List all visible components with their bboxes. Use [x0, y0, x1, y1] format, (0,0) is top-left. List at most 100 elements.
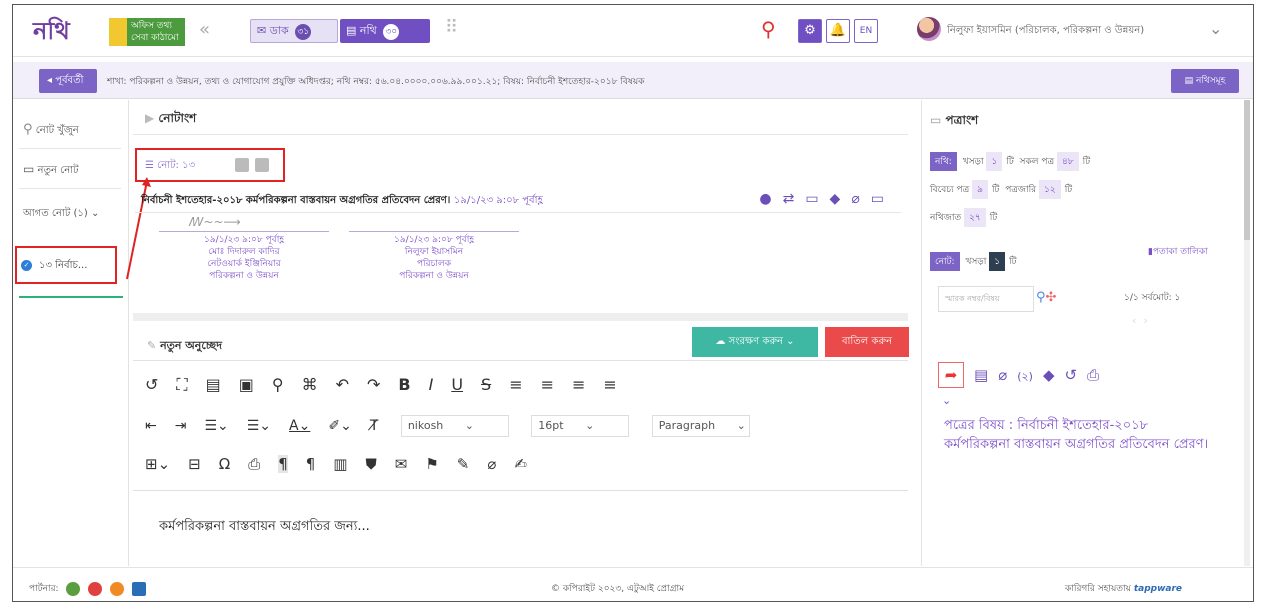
- user-icon[interactable]: ●: [759, 191, 782, 207]
- user-name[interactable]: নিলুফা ইয়াসমিন (পরিচালক, পরিকল্পনা ও উন…: [947, 23, 1144, 40]
- pencil-icon: ✎: [147, 339, 157, 352]
- unit-label: টি: [1064, 185, 1073, 195]
- bell-icon[interactable]: 🔔: [826, 19, 850, 43]
- next-icon[interactable]: ›: [1143, 314, 1147, 327]
- shield-icon[interactable]: ⛊: [365, 455, 376, 473]
- italic-icon[interactable]: I: [429, 375, 434, 394]
- letter-search-input[interactable]: স্মারক নম্বর/বিষয়: [938, 286, 1034, 312]
- settings-icon[interactable]: ⚙: [798, 19, 822, 43]
- print-icon[interactable]: ▭: [805, 191, 829, 207]
- attachment-icon[interactable]: ⌀: [998, 366, 1007, 384]
- nothijat-label[interactable]: নথিজাত: [930, 213, 961, 223]
- clear-format-icon[interactable]: T̸: [370, 418, 379, 434]
- edit-icon[interactable]: ✎: [457, 455, 470, 473]
- redo-icon[interactable]: ↷: [367, 375, 380, 394]
- note-action-2-icon[interactable]: [255, 158, 269, 172]
- align-left-icon[interactable]: ≡: [509, 375, 522, 394]
- language-toggle[interactable]: EN: [854, 19, 878, 43]
- fullscreen-icon[interactable]: ⛶: [176, 375, 187, 395]
- nothi-list-button[interactable]: ▤ নথিসমূহ: [1171, 69, 1239, 93]
- numbered-list-icon[interactable]: ☰⌄: [204, 418, 228, 434]
- notes-header: ▶ নোটাংশ: [133, 100, 908, 135]
- sig2-dept: পরিকল্পনা ও উন্নয়ন: [399, 271, 469, 281]
- resize-handle[interactable]: [133, 313, 908, 321]
- bold-icon[interactable]: B: [398, 375, 410, 394]
- rtl-icon[interactable]: ¶: [306, 455, 316, 473]
- editor-text[interactable]: কর্মপরিকল্পনা বাস্তবায়ন অগ্রগতির জন্য..…: [159, 517, 370, 538]
- align-right-icon[interactable]: ≡: [572, 375, 585, 394]
- note-draft-label[interactable]: খসড়া: [965, 257, 986, 267]
- undo-icon[interactable]: ↶: [336, 375, 349, 394]
- block-format-select[interactable]: Paragraph ⌄: [651, 415, 750, 437]
- print-icon[interactable]: ⎙: [1087, 366, 1099, 384]
- copy-icon[interactable]: ▤: [974, 366, 988, 384]
- underline-icon[interactable]: U: [451, 375, 463, 394]
- tappware-logo[interactable]: tappware: [1134, 584, 1182, 594]
- note-tag-box[interactable]: ☰ নোট: ১৩: [135, 148, 285, 182]
- indent-icon[interactable]: ⇥: [175, 418, 187, 434]
- outdent-icon[interactable]: ⇤: [145, 418, 157, 434]
- history-icon[interactable]: ↺: [1065, 366, 1078, 384]
- cancel-button[interactable]: বাতিল করুন: [825, 327, 909, 357]
- note-action-1-icon[interactable]: [235, 158, 249, 172]
- flag-icon[interactable]: ⚑: [425, 455, 438, 473]
- link-icon[interactable]: ⌘: [302, 375, 318, 394]
- attachment-icon[interactable]: ⌀: [851, 191, 870, 207]
- table-icon[interactable]: ⊞⌄: [145, 455, 170, 473]
- text-color-icon[interactable]: A⌄: [289, 418, 310, 434]
- incoming-notes-toggle[interactable]: আগত নোট (১) ⌄: [23, 206, 99, 223]
- collapse-icon[interactable]: «: [199, 19, 210, 40]
- back-button[interactable]: ◂ পূর্ববর্তী: [39, 69, 97, 93]
- refresh-icon[interactable]: ⇄: [783, 191, 806, 207]
- users-icon[interactable]: ◆: [830, 191, 852, 207]
- expand-icon[interactable]: ⌄: [942, 394, 951, 407]
- forward-icon[interactable]: ➦: [938, 362, 964, 388]
- search-icon[interactable]: ⚲: [761, 17, 776, 41]
- app-logo[interactable]: নথি: [33, 18, 70, 44]
- paste-icon[interactable]: ▤: [206, 375, 221, 394]
- envelope-icon[interactable]: ✉: [395, 455, 408, 473]
- sig2-time: ১৯/১/২৩ ৯:০৮ পূর্বাহ্ণ: [394, 235, 474, 245]
- selected-note-item[interactable]: ✓ ১৩ নির্বাচ...: [15, 246, 117, 284]
- chevron-down-icon: ⌄: [786, 336, 795, 347]
- scrollbar[interactable]: [1244, 100, 1250, 566]
- attached-label[interactable]: বিবেচ্য পত্র: [930, 185, 969, 195]
- chevron-down-icon[interactable]: ⌄: [1209, 19, 1222, 38]
- reset-icon[interactable]: ✣: [1046, 290, 1057, 305]
- justify-icon[interactable]: ≡: [603, 375, 616, 394]
- save-button[interactable]: ☁ সংরক্ষণ করুন ⌄: [692, 327, 818, 357]
- align-center-icon[interactable]: ≡: [541, 375, 554, 394]
- find-icon[interactable]: ⚲: [272, 375, 284, 394]
- font-size-select[interactable]: 16pt ⌄: [531, 415, 630, 437]
- search-icon[interactable]: ⚲: [1036, 290, 1046, 305]
- editor-content[interactable]: কর্মপরিকল্পনা বাস্তবায়ন অগ্রগতির জন্য..…: [133, 493, 908, 563]
- apps-grid-icon[interactable]: ⠿: [445, 19, 467, 41]
- signature-icon[interactable]: ✍: [514, 455, 527, 473]
- dak-tab[interactable]: ✉ ডাক ৩১: [250, 19, 338, 43]
- patrajari-label[interactable]: পত্রজারি: [1005, 185, 1036, 195]
- bullet-list-icon[interactable]: ☰⌄: [247, 418, 271, 434]
- print-icon[interactable]: ⎙: [248, 455, 260, 473]
- signature-block-1: ১৯/১/২৩ ৯:০৮ পূর্বাহ্ণ মোঃ দিদারুল কাদির…: [159, 231, 329, 282]
- scroll-thumb[interactable]: [1244, 100, 1250, 240]
- panel-icon[interactable]: ▭: [871, 191, 895, 207]
- template-icon[interactable]: ▥: [333, 455, 347, 473]
- nothi-tab[interactable]: ▤ নথি ৩০: [340, 19, 430, 43]
- select-all-icon[interactable]: ▣: [239, 375, 254, 394]
- new-note-button[interactable]: ▭ নতুন নোট: [23, 162, 79, 180]
- strikethrough-icon[interactable]: S: [481, 375, 491, 394]
- avatar[interactable]: [917, 17, 941, 41]
- page-break-icon[interactable]: ⊟: [188, 455, 201, 473]
- note-search[interactable]: ⚲ নোট খুঁজুন: [23, 122, 79, 140]
- ltr-icon[interactable]: ¶: [278, 455, 288, 473]
- font-family-select[interactable]: nikosh ⌄: [400, 415, 509, 437]
- omega-icon[interactable]: Ω: [219, 455, 230, 473]
- attachment-icon[interactable]: ⌀: [487, 455, 496, 473]
- highlight-icon[interactable]: ✐⌄: [328, 418, 351, 434]
- all-letters-label[interactable]: সকল পত্র: [1020, 157, 1055, 167]
- prev-icon[interactable]: ‹: [1132, 314, 1136, 327]
- users-icon[interactable]: ◆: [1043, 366, 1055, 384]
- history-icon[interactable]: ↺: [145, 375, 158, 394]
- draft-label[interactable]: খসড়া: [963, 157, 984, 167]
- flag-list-link[interactable]: ▮পতাকা তালিকা: [1148, 244, 1208, 259]
